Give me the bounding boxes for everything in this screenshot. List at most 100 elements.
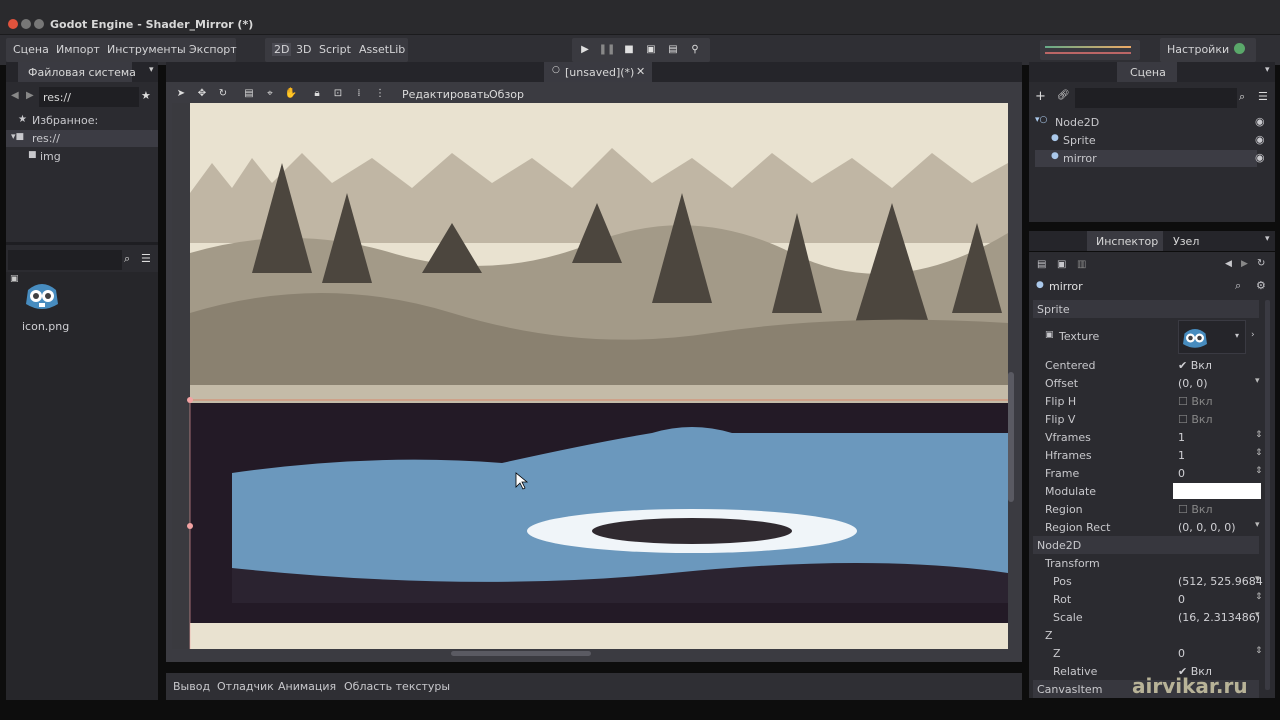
inspector-scrollbar[interactable]	[1265, 300, 1270, 690]
object-history-icon[interactable]: ↻	[1257, 258, 1265, 269]
dropdown-icon[interactable]: ▾	[1255, 574, 1260, 584]
rot-value[interactable]: 0	[1178, 593, 1185, 606]
scale-value[interactable]: (16, 2.313486)	[1178, 611, 1260, 624]
checkbox-flip-h[interactable]: ☐ Вкл	[1178, 395, 1213, 408]
pan-tool-icon[interactable]: ✋	[284, 87, 298, 101]
z-value[interactable]: 0	[1178, 647, 1185, 660]
spinner-icon[interactable]: ⇕	[1255, 592, 1263, 602]
icon-png-thumbnail[interactable]	[22, 276, 62, 316]
debug-options-icon[interactable]: ⚲	[685, 40, 705, 60]
unlock-icon[interactable]: ⊡	[331, 87, 345, 101]
dropdown-icon[interactable]: ▾	[1255, 610, 1260, 620]
search-icon[interactable]: ⌕	[124, 252, 130, 266]
close-tab-icon[interactable]: ✕	[636, 65, 645, 78]
modulate-color-swatch[interactable]	[1173, 483, 1261, 499]
tab-unsaved-scene[interactable]: ○ [unsaved](*) ✕	[544, 62, 652, 82]
mode-3d-button[interactable]: 3D	[296, 43, 311, 56]
spinner-icon[interactable]: ⇕	[1255, 448, 1263, 458]
search-icon[interactable]: ⌕	[1235, 279, 1241, 293]
favorites-row[interactable]: ★ Избранное:	[6, 112, 158, 129]
spinner-icon[interactable]: ⇕	[1255, 466, 1263, 476]
favorite-star-icon[interactable]: ★	[141, 89, 151, 102]
tab-scene[interactable]: Сцена	[1117, 62, 1177, 82]
menu-tools[interactable]: Инструменты	[107, 43, 186, 56]
menu-export[interactable]: Экспорт	[189, 43, 237, 56]
output-tab[interactable]: Вывод	[173, 680, 210, 693]
history-back-icon[interactable]: ◀	[1225, 259, 1232, 269]
new-resource-icon[interactable]: ▤	[1037, 259, 1046, 270]
history-forward-icon[interactable]: ▶	[1241, 259, 1248, 269]
play-icon[interactable]: ▶	[575, 40, 595, 60]
rotate-tool-icon[interactable]: ↻	[216, 87, 230, 101]
mode-2d-button[interactable]: 2D	[272, 43, 292, 56]
view-menu[interactable]: Обзор	[489, 88, 524, 101]
visibility-eye-icon[interactable]: ◉	[1255, 133, 1265, 146]
spinner-icon[interactable]: ⇕	[1255, 646, 1263, 656]
list-view-icon[interactable]: ☰	[141, 252, 151, 265]
path-field[interactable]: res://	[39, 87, 139, 107]
select-tool-icon[interactable]: ➤	[174, 87, 188, 101]
checkbox-centered[interactable]: ✔ Вкл	[1178, 359, 1212, 372]
save-resource-icon[interactable]: ▥	[1077, 259, 1086, 270]
vertical-scrollbar[interactable]	[1008, 372, 1014, 502]
forward-icon[interactable]: ▶	[26, 90, 34, 101]
mode-assetlib-button[interactable]: AssetLib	[359, 43, 405, 56]
dock-menu-icon[interactable]: ▾	[149, 65, 154, 75]
mode-script-button[interactable]: Script	[319, 43, 351, 56]
scene-filter-input[interactable]	[1075, 88, 1237, 108]
minimize-window-icon[interactable]	[21, 19, 31, 29]
edit-menu[interactable]: Редактировать	[402, 88, 490, 101]
vframes-value[interactable]: 1	[1178, 431, 1185, 444]
dropdown-icon[interactable]: ▾	[1235, 331, 1239, 340]
checkbox-region[interactable]: ☐ Вкл	[1178, 503, 1213, 516]
chevron-right-icon[interactable]: ›	[1251, 330, 1255, 340]
tree-item-node2d[interactable]: ▾○ Node2D ◉	[1035, 114, 1265, 131]
region-rect-value[interactable]: (0, 0, 0, 0)	[1178, 521, 1236, 534]
img-folder-row[interactable]: ■ img	[6, 148, 158, 165]
frame-value[interactable]: 0	[1178, 467, 1185, 480]
dock-menu-icon[interactable]: ▾	[1265, 234, 1270, 244]
offset-value[interactable]: (0, 0)	[1178, 377, 1208, 390]
group-z[interactable]: Z	[1029, 626, 1259, 644]
list-select-icon[interactable]: ▤	[242, 87, 256, 101]
group-icon[interactable]: ⁞	[352, 87, 366, 101]
section-node2d[interactable]: Node2D	[1033, 536, 1259, 554]
back-icon[interactable]: ◀	[11, 90, 19, 101]
settings-menu[interactable]: Настройки	[1167, 43, 1229, 56]
close-window-icon[interactable]	[8, 19, 18, 29]
play-scene-icon[interactable]: ▣	[641, 40, 661, 60]
pause-icon[interactable]: ❚❚	[597, 40, 617, 60]
texture-picker[interactable]: ▾	[1178, 320, 1246, 354]
gear-icon[interactable]: ⚙	[1256, 279, 1266, 292]
play-custom-scene-icon[interactable]: ▤	[663, 40, 683, 60]
scene-menu-icon[interactable]: ☰	[1258, 90, 1268, 103]
group-transform[interactable]: Transform	[1029, 554, 1259, 572]
lock-icon[interactable]: 🔒︎	[310, 87, 324, 101]
load-resource-icon[interactable]: ▣	[1057, 259, 1066, 270]
tree-item-sprite[interactable]: ● Sprite ◉	[1035, 132, 1265, 149]
horizontal-scrollbar[interactable]	[451, 651, 591, 656]
tab-inspector[interactable]: Инспектор	[1087, 231, 1163, 251]
stop-icon[interactable]: ■	[619, 40, 639, 60]
viewport-canvas[interactable]	[172, 103, 1008, 649]
pivot-icon[interactable]: ⌖	[263, 87, 277, 101]
dock-splitter[interactable]	[6, 242, 158, 245]
link-icon[interactable]: 🔗︎	[1057, 90, 1070, 101]
spinner-icon[interactable]: ⇕	[1255, 430, 1263, 440]
dropdown-icon[interactable]: ▾	[1255, 376, 1260, 386]
res-root-row[interactable]: ▾■ res://	[6, 130, 158, 147]
tab-filesystem[interactable]: Файловая система	[18, 62, 136, 82]
debugger-tab[interactable]: Отладчик	[217, 680, 274, 693]
texture-region-tab[interactable]: Область текстуры	[344, 680, 450, 693]
menu-scene[interactable]: Сцена	[13, 43, 49, 56]
move-tool-icon[interactable]: ✥	[195, 87, 209, 101]
tab-node[interactable]: Узел	[1173, 235, 1199, 248]
dropdown-icon[interactable]: ▾	[1255, 520, 1260, 530]
add-node-icon[interactable]: +	[1035, 89, 1046, 104]
checkbox-flip-v[interactable]: ☐ Вкл	[1178, 413, 1213, 426]
visibility-eye-icon[interactable]: ◉	[1255, 115, 1265, 128]
maximize-window-icon[interactable]	[34, 19, 44, 29]
search-icon[interactable]: ⌕	[1239, 90, 1245, 104]
pos-value[interactable]: (512, 525.9684	[1178, 575, 1263, 588]
ungroup-icon[interactable]: ⋮	[373, 87, 387, 101]
